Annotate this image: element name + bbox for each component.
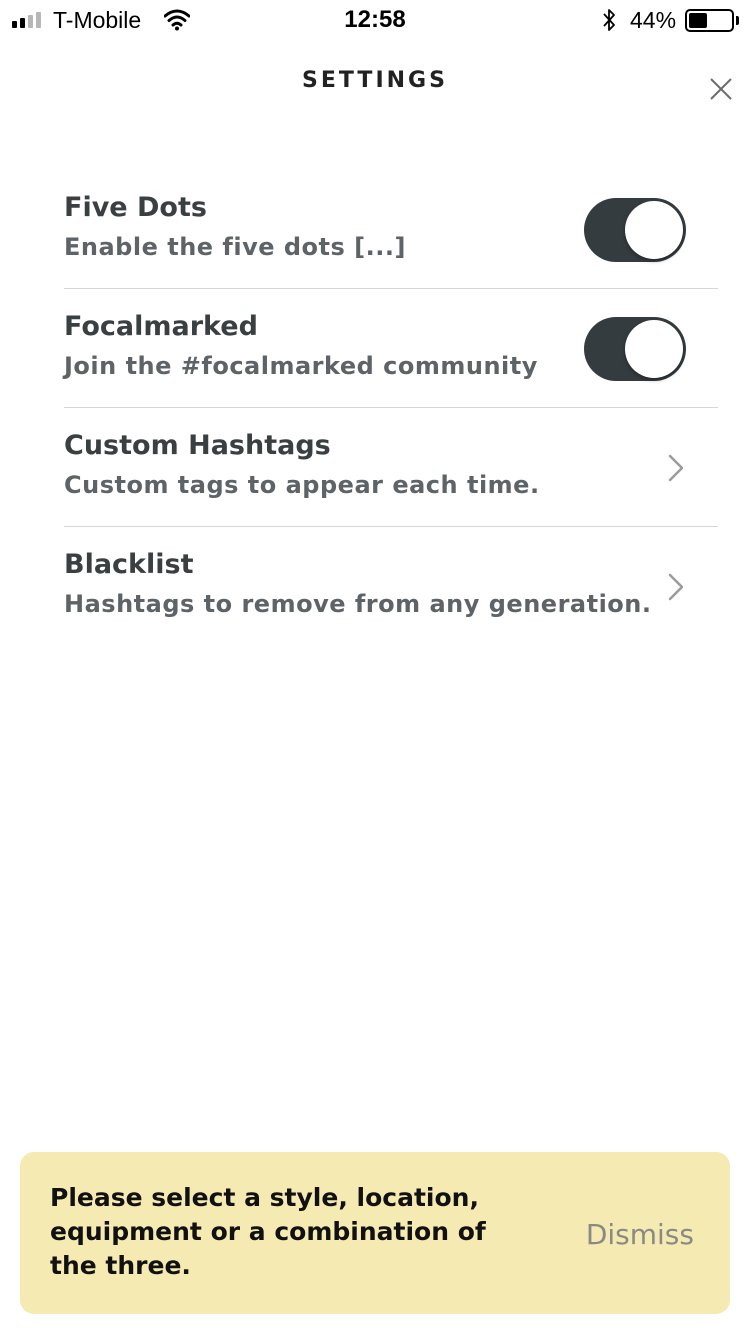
chevron-right-icon <box>668 454 684 482</box>
close-icon[interactable] <box>704 72 738 106</box>
battery-nub <box>736 16 739 25</box>
toast-message: Please select a style, location, equipme… <box>50 1183 486 1280</box>
setting-subtitle: Custom tags to appear each time. <box>64 471 540 499</box>
bluetooth-icon <box>603 9 615 31</box>
settings-screen: T-Mobile 12:58 44% SETTINGS Five Dots En… <box>0 0 750 1334</box>
dismiss-button[interactable]: Dismiss <box>586 1218 694 1251</box>
setting-title: Blacklist <box>64 549 194 580</box>
setting-title: Five Dots <box>64 192 207 223</box>
battery-icon <box>685 9 734 32</box>
setting-row-blacklist[interactable]: Blacklist Hashtags to remove from any ge… <box>64 527 718 646</box>
setting-subtitle: Enable the five dots [...] <box>64 233 406 261</box>
settings-list: Five Dots Enable the five dots [...] Foc… <box>64 170 718 646</box>
battery-percent: 44% <box>630 7 677 33</box>
toggle-knob <box>625 201 683 259</box>
setting-title: Focalmarked <box>64 311 258 342</box>
battery-level <box>689 13 707 28</box>
setting-subtitle: Join the #focalmarked community <box>64 352 538 380</box>
five-dots-toggle[interactable] <box>584 198 686 262</box>
setting-row-five-dots: Five Dots Enable the five dots [...] <box>64 170 718 289</box>
status-bar: T-Mobile 12:58 44% <box>0 0 750 40</box>
setting-title: Custom Hashtags <box>64 430 331 461</box>
toggle-knob <box>625 320 683 378</box>
setting-row-focalmarked: Focalmarked Join the #focalmarked commun… <box>64 289 718 408</box>
setting-row-custom-hashtags[interactable]: Custom Hashtags Custom tags to appear ea… <box>64 408 718 527</box>
page-title: SETTINGS <box>302 68 448 93</box>
notification-toast: Please select a style, location, equipme… <box>20 1152 730 1314</box>
chevron-right-icon <box>668 573 684 601</box>
focalmarked-toggle[interactable] <box>584 317 686 381</box>
setting-subtitle: Hashtags to remove from any generation. <box>64 590 652 618</box>
